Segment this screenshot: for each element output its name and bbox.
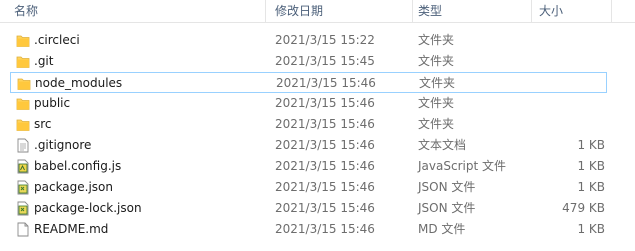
file-date-modified: 2021/3/15 15:46 xyxy=(275,138,375,152)
file-date-modified: 2021/3/15 15:46 xyxy=(275,117,375,131)
file-type: JSON 文件 xyxy=(418,180,476,194)
file-row[interactable]: babel.config.js 2021/3/15 15:46 JavaScript… xyxy=(10,156,607,177)
file-date-modified: 2021/3/15 15:46 xyxy=(275,201,375,215)
column-divider[interactable] xyxy=(611,0,612,22)
file-type: 文本文档 xyxy=(418,138,467,152)
file-type: MD 文件 xyxy=(418,222,466,236)
file-type: JSON 文件 xyxy=(418,201,476,215)
file-row[interactable]: public 2021/3/15 15:46 文件夹 xyxy=(10,93,607,114)
folder-icon xyxy=(16,117,30,132)
column-divider[interactable] xyxy=(265,0,266,22)
file-name: README.md xyxy=(34,222,109,236)
file-row[interactable]: package.json 2021/3/15 15:46 JSON 文件 1 KB xyxy=(10,177,607,198)
file-date-modified: 2021/3/15 15:22 xyxy=(275,33,375,47)
file-type: 文件夹 xyxy=(419,76,456,90)
column-header-size[interactable]: 大小 xyxy=(539,0,605,22)
file-row[interactable]: .gitignore 2021/3/15 15:46 文本文档 1 KB xyxy=(10,135,607,156)
file-row[interactable]: node_modules 2021/3/15 15:46 文件夹 xyxy=(10,72,607,93)
file-row[interactable]: .circleci 2021/3/15 15:22 文件夹 xyxy=(10,30,607,51)
file-date-modified: 2021/3/15 15:46 xyxy=(276,76,376,90)
column-header-date-label: 修改日期 xyxy=(275,4,324,18)
column-header-name[interactable]: 名称 xyxy=(14,0,266,22)
file-size: 1 KB xyxy=(577,180,605,194)
json-file-icon xyxy=(16,201,30,216)
file-size: 1 KB xyxy=(577,222,605,236)
file-name: src xyxy=(34,117,52,131)
file-name: babel.config.js xyxy=(34,159,122,173)
file-date-modified: 2021/3/15 15:46 xyxy=(275,180,375,194)
file-name: .gitignore xyxy=(34,138,92,152)
file-type: 文件夹 xyxy=(418,96,455,110)
folder-icon xyxy=(16,96,30,111)
folder-icon xyxy=(17,76,31,91)
file-type: 文件夹 xyxy=(418,54,455,68)
folder-icon xyxy=(16,33,30,48)
file-size: 1 KB xyxy=(577,159,605,173)
file-name: .circleci xyxy=(34,33,80,47)
file-row[interactable]: package-lock.json 2021/3/15 15:46 JSON 文件 4… xyxy=(10,198,607,219)
file-type: JavaScript 文件 xyxy=(418,159,506,173)
file-date-modified: 2021/3/15 15:46 xyxy=(275,96,375,110)
blank-file-icon xyxy=(16,222,30,237)
file-type: 文件夹 xyxy=(418,33,455,47)
column-divider[interactable] xyxy=(531,0,532,22)
file-name: package.json xyxy=(34,180,114,194)
file-name: package-lock.json xyxy=(34,201,142,215)
folder-icon xyxy=(16,54,30,69)
file-name: public xyxy=(34,96,71,110)
column-header-type[interactable]: 类型 xyxy=(418,0,532,22)
column-header-name-label: 名称 xyxy=(14,4,39,18)
file-date-modified: 2021/3/15 15:45 xyxy=(275,54,375,68)
file-name: .git xyxy=(34,54,54,68)
js-file-icon xyxy=(16,159,30,174)
file-size: 1 KB xyxy=(577,138,605,152)
column-header-size-label: 大小 xyxy=(539,4,564,18)
file-name: node_modules xyxy=(35,76,123,90)
text-file-icon xyxy=(16,138,30,153)
file-date-modified: 2021/3/15 15:46 xyxy=(275,159,375,173)
column-divider[interactable] xyxy=(412,0,413,22)
file-row[interactable]: src 2021/3/15 15:46 文件夹 xyxy=(10,114,607,135)
column-header-bar: 名称 修改日期 类型 大小 xyxy=(0,0,635,23)
file-row[interactable]: README.md 2021/3/15 15:46 MD 文件 1 KB xyxy=(10,219,607,240)
file-type: 文件夹 xyxy=(418,117,455,131)
column-header-type-label: 类型 xyxy=(418,4,443,18)
column-header-date-modified[interactable]: 修改日期 xyxy=(275,0,413,22)
json-file-icon xyxy=(16,180,30,195)
file-row[interactable]: .git 2021/3/15 15:45 文件夹 xyxy=(10,51,607,72)
file-date-modified: 2021/3/15 15:46 xyxy=(275,222,375,236)
file-size: 479 KB xyxy=(562,201,605,215)
